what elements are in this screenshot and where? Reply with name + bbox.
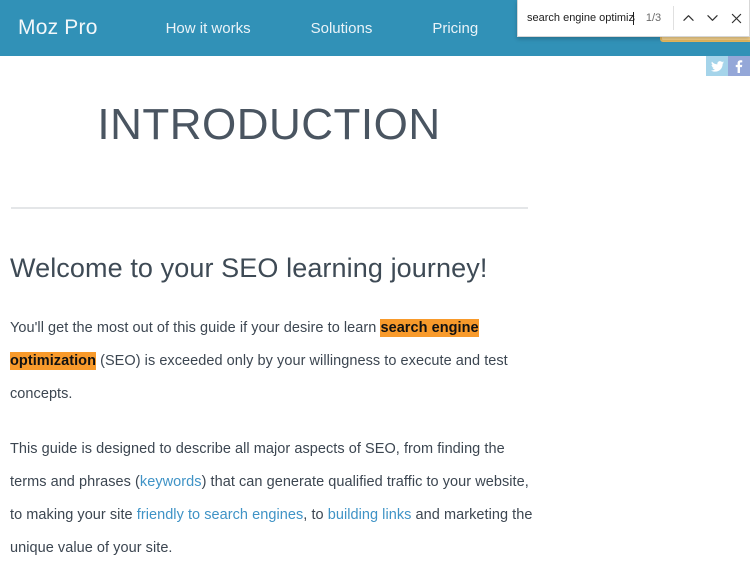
browser-viewport: INTRODUCTION Welcome to your SEO learnin…: [0, 0, 750, 566]
section-heading: Welcome to your SEO learning journey!: [10, 253, 488, 283]
paragraph-1: You'll get the most out of this guide if…: [10, 312, 540, 411]
article-body: Welcome to your SEO learning journey! Yo…: [10, 252, 540, 566]
link-friendly-to-search-engines[interactable]: friendly to search engines: [137, 507, 304, 523]
paragraph-2: This guide is designed to describe all m…: [10, 433, 540, 565]
find-separator: [673, 6, 674, 30]
facebook-icon[interactable]: [728, 56, 750, 76]
paragraph-2-text-3: , to: [303, 506, 328, 523]
nav-item-how-it-works[interactable]: How it works: [154, 20, 263, 37]
link-building-links[interactable]: building links: [328, 507, 412, 523]
nav-item-pricing[interactable]: Pricing: [420, 20, 490, 37]
find-next-button[interactable]: [700, 3, 723, 33]
find-in-page-bar: 1/3: [517, 0, 750, 37]
brand-logo[interactable]: Moz Pro: [8, 16, 108, 40]
find-close-button[interactable]: [724, 3, 749, 33]
page-content: INTRODUCTION Welcome to your SEO learnin…: [0, 56, 750, 566]
paragraph-1-text-before: You'll get the most out of this guide if…: [10, 319, 381, 336]
find-previous-button[interactable]: [677, 3, 700, 33]
twitter-icon[interactable]: [706, 56, 728, 76]
link-keywords[interactable]: keywords: [140, 474, 202, 490]
page-title: INTRODUCTION: [97, 100, 441, 149]
find-match-counter: 1/3: [645, 12, 662, 24]
text-cursor: [633, 11, 634, 25]
nav-item-solutions[interactable]: Solutions: [299, 20, 385, 37]
find-input-wrapper: [518, 11, 636, 25]
find-input[interactable]: [527, 12, 635, 24]
social-share-strip: [706, 56, 750, 76]
horizontal-divider: [11, 207, 528, 209]
